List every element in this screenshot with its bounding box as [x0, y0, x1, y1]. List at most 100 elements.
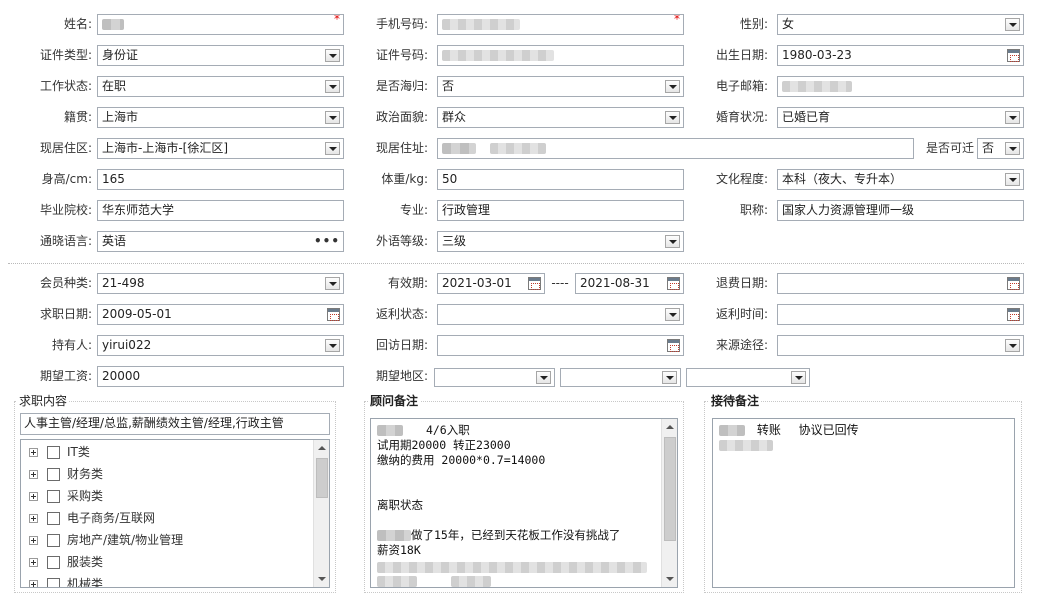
checkbox[interactable]: [47, 534, 60, 547]
gender-select[interactable]: 女: [777, 14, 1024, 35]
title-field[interactable]: 国家人力资源管理师一级: [777, 200, 1024, 221]
expand-icon[interactable]: [29, 470, 38, 479]
school-field[interactable]: 华东师范大学: [97, 200, 344, 221]
relocate-label: 是否可迁: [925, 141, 974, 155]
expand-icon[interactable]: [29, 448, 38, 457]
checkbox[interactable]: [47, 468, 60, 481]
chevron-down-icon[interactable]: [1005, 173, 1020, 186]
language-level-select[interactable]: 三级: [437, 231, 684, 252]
address-field[interactable]: [437, 138, 914, 159]
phone-field[interactable]: *: [437, 14, 684, 35]
rebate-status-select[interactable]: [437, 304, 684, 325]
scroll-thumb[interactable]: [664, 437, 676, 541]
chevron-down-icon[interactable]: [536, 371, 551, 384]
calendar-icon[interactable]: [667, 277, 680, 290]
chevron-down-icon[interactable]: [325, 142, 340, 155]
idtype-value: 身份证: [102, 48, 139, 62]
checkbox[interactable]: [47, 512, 60, 525]
checkbox[interactable]: [47, 578, 60, 587]
language-field[interactable]: 英语 •••: [97, 231, 344, 252]
chevron-down-icon[interactable]: [1005, 111, 1020, 124]
calendar-icon[interactable]: [1007, 277, 1020, 290]
native-select[interactable]: 上海市: [97, 107, 344, 128]
chevron-down-icon[interactable]: [1005, 18, 1020, 31]
scroll-thumb[interactable]: [316, 458, 328, 498]
job-date-field[interactable]: 2009-05-01: [97, 304, 344, 325]
chevron-down-icon[interactable]: [665, 235, 680, 248]
language-level-value: 三级: [442, 234, 467, 248]
region-province-select[interactable]: [434, 368, 555, 387]
salary-field[interactable]: 20000: [97, 366, 344, 387]
major-label: 专业:: [399, 203, 428, 217]
chevron-down-icon[interactable]: [1005, 339, 1020, 352]
checkbox[interactable]: [47, 446, 60, 459]
chevron-down-icon[interactable]: [325, 111, 340, 124]
chevron-down-icon[interactable]: [662, 371, 677, 384]
chevron-down-icon[interactable]: [325, 277, 340, 290]
checkbox[interactable]: [47, 490, 60, 503]
calendar-icon[interactable]: [1007, 49, 1020, 62]
holder-select[interactable]: yirui022: [97, 335, 344, 356]
advisor-notes-textarea[interactable]: 4/6入职 试用期20000 转正23000 缴纳的费用 20000*0.7=1…: [370, 418, 678, 588]
returnee-select[interactable]: 否: [437, 76, 684, 97]
chevron-down-icon[interactable]: [665, 111, 680, 124]
political-select[interactable]: 群众: [437, 107, 684, 128]
residence-select[interactable]: 上海市-上海市-[徐汇区]: [97, 138, 344, 159]
email-field[interactable]: [777, 76, 1024, 97]
chevron-down-icon[interactable]: [325, 80, 340, 93]
expand-icon[interactable]: [29, 580, 38, 587]
valid-to-field[interactable]: 2021-08-31: [575, 273, 684, 294]
education-select[interactable]: 本科（夜大、专升本）: [777, 169, 1024, 190]
region-district-select[interactable]: [686, 368, 810, 387]
calendar-icon[interactable]: [667, 339, 680, 352]
calendar-icon[interactable]: [1007, 308, 1020, 321]
major-field[interactable]: 行政管理: [437, 200, 684, 221]
marital-select[interactable]: 已婚已育: [777, 107, 1024, 128]
scroll-down-icon[interactable]: [662, 571, 677, 587]
chevron-down-icon[interactable]: [325, 49, 340, 62]
refund-date-field[interactable]: [777, 273, 1024, 294]
expand-icon[interactable]: [29, 514, 38, 523]
more-icon[interactable]: •••: [314, 232, 340, 251]
source-select[interactable]: [777, 335, 1024, 356]
expand-icon[interactable]: [29, 536, 38, 545]
scroll-up-icon[interactable]: [662, 419, 677, 435]
tree-item-label: IT类: [67, 445, 90, 459]
chevron-down-icon[interactable]: [665, 308, 680, 321]
visit-date-field[interactable]: [437, 335, 684, 356]
redacted-text: [450, 576, 491, 587]
birth-date-field[interactable]: 1980-03-23: [777, 45, 1024, 66]
native-value: 上海市: [102, 110, 139, 124]
advisor-notes-title: 顾问备注: [368, 394, 421, 410]
scroll-down-icon[interactable]: [314, 571, 329, 587]
height-field[interactable]: 165: [97, 169, 344, 190]
school-label: 毕业院校:: [39, 203, 92, 217]
tree-scrollbar[interactable]: [313, 440, 329, 587]
relocate-select[interactable]: 否: [977, 138, 1024, 159]
idno-field[interactable]: [437, 45, 684, 66]
name-field[interactable]: *: [97, 14, 344, 35]
valid-from-field[interactable]: 2021-03-01: [437, 273, 545, 294]
idtype-select[interactable]: 身份证: [97, 45, 344, 66]
reception-notes-textarea[interactable]: 转账 协议已回传: [712, 418, 1015, 588]
notes-scrollbar[interactable]: [661, 419, 677, 587]
rebate-time-field[interactable]: [777, 304, 1024, 325]
workstatus-select[interactable]: 在职: [97, 76, 344, 97]
chevron-down-icon[interactable]: [1005, 142, 1020, 155]
member-type-select[interactable]: 21-498: [97, 273, 344, 294]
job-content-summary[interactable]: 人事主管/经理/总监,薪酬绩效主管/经理,行政主管: [20, 413, 330, 435]
chevron-down-icon[interactable]: [325, 339, 340, 352]
calendar-icon[interactable]: [528, 277, 541, 290]
checkbox[interactable]: [47, 556, 60, 569]
expand-icon[interactable]: [29, 492, 38, 501]
weight-field[interactable]: 50: [437, 169, 684, 190]
redacted-email: [782, 81, 852, 92]
chevron-down-icon[interactable]: [665, 80, 680, 93]
chevron-down-icon[interactable]: [791, 371, 806, 384]
calendar-icon[interactable]: [327, 308, 340, 321]
scroll-up-icon[interactable]: [314, 440, 329, 456]
valid-period-label: 有效期:: [387, 276, 428, 290]
region-city-select[interactable]: [560, 368, 681, 387]
job-category-tree[interactable]: IT类 财务类 采购类 电子商务/互联网 房地产/建筑/物业管理 服装类 机械类: [20, 439, 330, 588]
expand-icon[interactable]: [29, 558, 38, 567]
